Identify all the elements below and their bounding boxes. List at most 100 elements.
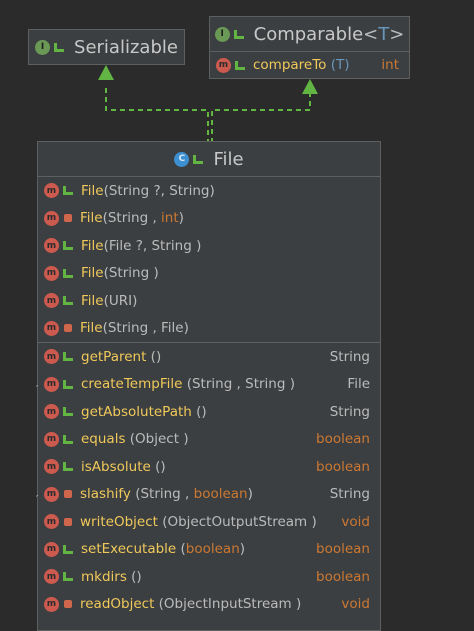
constructor-row[interactable]: m File(String , File) [38,315,380,343]
interface-icon: I [214,26,230,42]
serializable-header: I Serializable [29,30,184,64]
file-class-node[interactable]: C File m File(String ?, String) m File(Stri… [36,141,381,631]
return-type: boolean [316,431,370,448]
method-signature: compareTo (T) [253,57,350,73]
parameter-list: (String ?, String) [103,182,215,199]
method-icon: m [44,541,59,557]
public-icon [233,29,244,39]
method-signature: writeObject (ObjectOutputStream ) [80,514,341,530]
method-row[interactable]: m setExecutable (boolean) boolean [38,536,380,564]
method-icon: m [44,459,59,475]
constructor-row[interactable]: m File(File ?, String ) [38,232,380,260]
static-marker: ′ [36,383,39,395]
return-type: void [341,596,370,613]
return-type: String [329,403,370,420]
static-marker: ′ [36,493,39,505]
constructor-signature: File(String , File) [80,320,370,336]
public-icon [63,434,73,444]
private-lock-icon [64,490,72,499]
method-row[interactable]: m isAbsolute () boolean [38,453,380,481]
constructor-name: File [80,320,103,337]
comparable-realization-line [211,92,311,142]
class-icon: C [174,151,190,167]
constructor-row[interactable]: m File(URI) [38,287,380,315]
parameter-list: (Object ) [125,431,189,448]
public-icon [63,462,73,472]
method-name: equals [81,431,126,448]
parameter-list-close: ) [247,486,253,503]
method-row[interactable]: m getAbsolutePath () String [38,398,380,426]
comparable-node[interactable]: I Comparable<T> m compareTo (T) int [209,16,410,79]
public-icon [63,407,73,417]
method-signature: mkdirs () [81,569,316,585]
private-lock-icon [64,600,72,609]
method-row[interactable]: m readObject (ObjectInputStream ) void [38,591,380,619]
parameter-list: () [126,568,142,585]
constructor-row[interactable]: m File(String , int) [38,205,380,233]
constructor-row[interactable]: m File(String ?, String) [38,177,380,205]
method-row[interactable]: m mkdirs () boolean [38,563,380,591]
public-icon [235,60,245,70]
method-icon: m [44,349,59,365]
method-icon: m [216,57,231,73]
parameter-list: (ObjectInputStream ) [154,596,302,613]
return-type: File [347,376,370,393]
method-icon: m [44,596,59,612]
method-icon: m [44,293,59,309]
method-signature: equals (Object ) [81,431,316,447]
parameter-keyword: int [161,210,179,227]
serializable-title: Serializable [74,36,178,58]
method-icon: m [44,404,59,420]
method-signature: isAbsolute () [81,459,316,475]
method-icon: m [44,569,59,585]
return-type: String [329,486,370,503]
method-icon: m [44,238,59,254]
parameter-keyword: boolean [193,486,248,503]
type-parameter: T [378,23,390,45]
method-row[interactable]: ′ m createTempFile (String , String ) File [36,371,380,399]
method-icon: m [44,183,59,199]
method-signature: createTempFile (String , String ) [81,376,347,392]
file-class-header: C File [38,142,380,176]
method-row[interactable]: m compareTo (T) int [210,52,409,78]
method-row[interactable]: m equals (Object ) boolean [38,426,380,454]
method-name: writeObject [80,513,158,530]
constructor-name: File [81,237,104,254]
method-row[interactable]: ′ m slashify (String , boolean) String [36,481,380,509]
constructor-signature: File(String ) [81,265,370,281]
method-signature: readObject (ObjectInputStream ) [80,596,341,612]
method-row[interactable]: m getParent () String [38,343,380,371]
method-icon: m [44,320,59,336]
method-icon: m [44,210,59,226]
parameter-list-close: ) [178,210,184,227]
parameter-list: ( [176,541,186,558]
private-lock-icon [64,517,72,526]
constructor-row[interactable]: m File(String ) [38,260,380,288]
return-type: int [381,57,399,73]
public-icon [63,544,73,554]
method-row[interactable]: m writeObject (ObjectOutputStream ) void [38,508,380,536]
parameter-list-close: ) [239,541,246,558]
method-name: slashify [80,486,131,503]
method-icon: m [44,265,59,281]
private-lock-icon [64,214,72,223]
public-icon [63,268,73,278]
constructor-signature: File(String , int) [80,210,370,226]
serializable-node[interactable]: I Serializable [28,29,185,65]
method-icon: m [44,376,59,392]
serializable-arrowhead [98,65,114,80]
constructor-name: File [81,265,104,282]
public-icon [193,154,204,164]
method-icon: m [44,431,59,447]
method-icon: m [44,514,59,530]
public-icon [63,572,73,582]
method-list: m getParent () String ′ m createTempFile (Str… [36,343,380,619]
method-name: isAbsolute [81,458,151,475]
method-signature: getParent () [81,349,330,365]
return-type: boolean [316,458,370,475]
constructor-signature: File(File ?, String ) [81,238,370,254]
serializable-realization-line [105,88,209,142]
comparable-header: I Comparable<T> [210,17,409,51]
constructor-name: File [81,182,104,199]
public-icon [54,42,65,52]
